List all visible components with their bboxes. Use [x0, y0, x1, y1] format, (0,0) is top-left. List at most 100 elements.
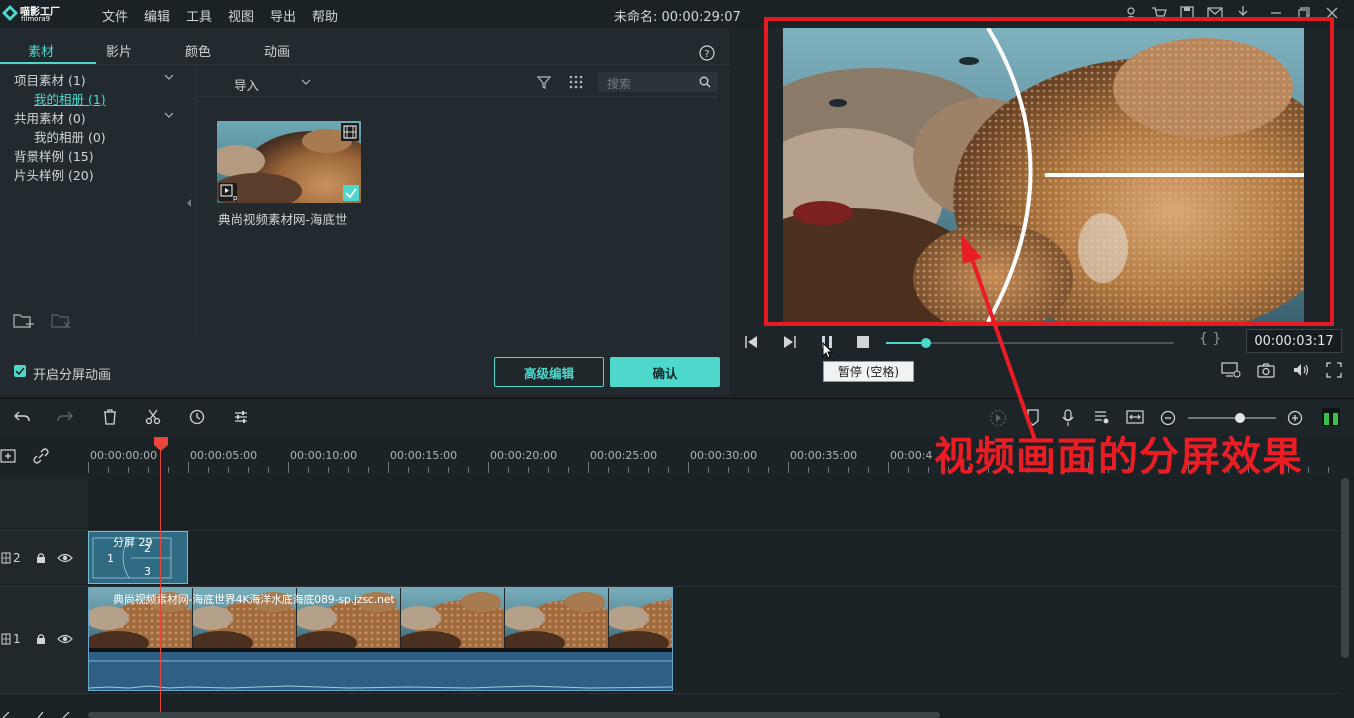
advanced-edit-button[interactable]: 高级编辑	[494, 357, 604, 387]
menu-tools[interactable]: 工具	[186, 6, 212, 25]
playhead[interactable]	[160, 438, 161, 718]
ruler-label-35: 00:00:35:00	[790, 449, 858, 462]
tree-my-album-0[interactable]: 我的相册 (0)	[34, 127, 106, 146]
speed-clock-icon[interactable]	[189, 409, 205, 425]
empty-track-head	[0, 476, 88, 530]
cut-scissors-icon[interactable]	[145, 409, 161, 425]
stop-icon[interactable]	[856, 335, 870, 349]
lock-icon[interactable]	[35, 633, 47, 645]
mouse-cursor-icon	[822, 342, 834, 359]
highlight-box	[764, 17, 1334, 326]
svg-text:?: ?	[704, 49, 709, 60]
next-frame-icon[interactable]	[781, 335, 797, 349]
filter-icon[interactable]	[536, 74, 552, 90]
grid-view-icon[interactable]	[568, 74, 584, 90]
media-thumbnail[interactable]: p	[217, 121, 361, 203]
ruler-label-30: 00:00:30:00	[690, 449, 758, 462]
tab-color[interactable]: 颜色	[185, 41, 211, 60]
track-separator	[0, 530, 1340, 531]
horizontal-scrollbar[interactable]	[88, 712, 940, 718]
delete-icon[interactable]	[102, 409, 118, 425]
underwater-thumbnail-image	[217, 121, 361, 203]
split-region-3: 3	[144, 565, 151, 578]
playhead-handle-icon[interactable]	[153, 436, 169, 452]
fit-timeline-icon[interactable]	[1126, 409, 1144, 425]
eye-icon[interactable]	[57, 633, 73, 645]
thumbnail-caption: 典尚视频素材网-海底世	[218, 212, 348, 227]
mark-in-out-icon[interactable]: { }	[1199, 331, 1221, 347]
split-region-2: 2	[144, 542, 151, 555]
menu-edit[interactable]: 编辑	[144, 6, 170, 25]
track-video-icon	[1, 552, 11, 564]
progress-knob[interactable]	[921, 338, 931, 348]
toolbar-divider	[196, 96, 718, 97]
ruler-label-20: 00:00:20:00	[490, 449, 558, 462]
collapse-left-icon[interactable]	[186, 198, 192, 208]
track-separator	[0, 693, 1340, 694]
search-icon[interactable]	[699, 76, 711, 88]
volume-icon[interactable]	[1292, 362, 1310, 378]
tree-shared-media[interactable]: 共用素材 (0)	[14, 108, 86, 127]
ruler-label-25: 00:00:25:00	[590, 449, 658, 462]
ruler-label-10: 00:00:10:00	[290, 449, 358, 462]
menu-view[interactable]: 视图	[228, 6, 254, 25]
video-clip-title: 典尚视频素材网-海底世界4K海洋水底海底089-sp.jzsc.net	[113, 593, 395, 606]
ruler-label-40: 00:00:4	[890, 449, 933, 462]
confirm-button[interactable]: 确认	[610, 357, 720, 387]
snapshot-camera-icon[interactable]	[1257, 362, 1275, 378]
previous-frame-icon[interactable]	[744, 335, 760, 349]
eye-icon[interactable]	[57, 552, 73, 564]
tree-background-samples[interactable]: 背景样例 (15)	[14, 146, 94, 165]
menu-export[interactable]: 导出	[270, 6, 296, 25]
track-1-number: 1	[13, 632, 21, 646]
tree-title-samples[interactable]: 片头样例 (20)	[14, 165, 94, 184]
svg-text:p: p	[233, 194, 237, 201]
menu-help[interactable]: 帮助	[312, 6, 338, 25]
redo-icon[interactable]	[56, 409, 74, 425]
pause-tooltip: 暂停 (空格)	[823, 361, 914, 382]
tab-animation[interactable]: 动画	[264, 41, 290, 60]
ruler-label-0: 00:00:00:00	[90, 449, 158, 462]
split-animation-checkbox[interactable]	[14, 365, 26, 377]
logo-en: filmora9	[21, 15, 51, 23]
chevron-down-icon[interactable]	[301, 78, 311, 86]
undo-icon[interactable]	[13, 409, 31, 425]
tree-project-media[interactable]: 项目素材 (1)	[14, 70, 86, 89]
help-icon[interactable]: ?	[699, 45, 715, 61]
split-animation-label: 开启分屏动画	[33, 368, 112, 383]
tabs-divider	[0, 64, 730, 65]
tab-media[interactable]: 素材	[28, 41, 54, 60]
app-logo: 喵影工厂 filmora9	[2, 2, 72, 26]
add-track-icon[interactable]	[0, 447, 18, 465]
lock-icon[interactable]	[35, 552, 47, 564]
checked-icon[interactable]	[343, 185, 359, 201]
link-icon[interactable]	[32, 447, 50, 465]
display-settings-icon[interactable]	[1221, 362, 1241, 378]
split-screen-clip[interactable]: 分屏 29 1 2 3	[88, 531, 188, 584]
panel-divider	[195, 65, 196, 340]
adjust-sliders-icon[interactable]	[233, 409, 249, 425]
ruler-label-5: 00:00:05:00	[190, 449, 258, 462]
vertical-scrollbar[interactable]	[1341, 478, 1349, 658]
video-type-icon: p	[219, 183, 237, 201]
delete-folder-icon[interactable]	[51, 311, 73, 329]
track-2-number: 2	[13, 551, 21, 565]
voiceover-list-icon[interactable]	[1094, 409, 1110, 425]
ruler-label-15: 00:00:15:00	[390, 449, 458, 462]
track-video-icon	[1, 633, 11, 645]
annotation-arrow	[961, 234, 1037, 441]
menu-file[interactable]: 文件	[102, 6, 128, 25]
search-placeholder: 搜索	[607, 77, 632, 91]
chevron-down-icon[interactable]	[164, 111, 174, 119]
import-dropdown[interactable]: 导入	[234, 75, 259, 94]
fullscreen-icon[interactable]	[1326, 362, 1342, 378]
tab-movie[interactable]: 影片	[106, 41, 132, 60]
audio-track-head-icons	[2, 712, 70, 718]
audio-meter-icon[interactable]	[1321, 407, 1341, 427]
film-icon	[341, 123, 359, 141]
chevron-down-icon[interactable]	[164, 73, 174, 81]
filmora-logo-icon	[2, 5, 18, 21]
tree-my-album-1[interactable]: 我的相册 (1)	[34, 89, 106, 108]
new-folder-icon[interactable]	[13, 311, 35, 329]
annotation-label: 视频画面的分屏效果	[934, 434, 1303, 480]
